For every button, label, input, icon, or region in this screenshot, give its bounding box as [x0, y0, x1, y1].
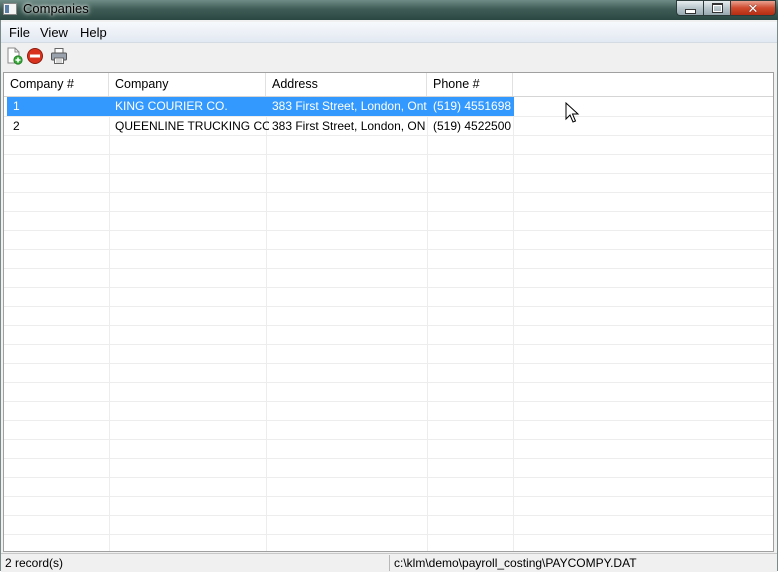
grid-row-line [4, 401, 773, 402]
grid-column-line [427, 97, 428, 551]
grid-column-line [109, 97, 110, 551]
table-row[interactable]: 1 KING COURIER CO. 383 First Street, Lon… [7, 97, 514, 116]
add-icon[interactable] [5, 47, 23, 65]
column-header-company-number[interactable]: Company # [4, 73, 109, 96]
cell-company-number: 1 [13, 99, 20, 113]
window-controls: ✕ [676, 0, 776, 16]
close-icon: ✕ [747, 0, 759, 16]
close-button[interactable]: ✕ [730, 0, 776, 16]
cell-address: 383 First Street, London, Ont [272, 99, 427, 113]
menu-bar: File View Help [1, 22, 777, 43]
cell-phone: (519) 4551698 [433, 99, 512, 113]
grid-row-line [4, 306, 773, 307]
cell-company: QUEENLINE TRUCKING CO. [115, 119, 269, 133]
grid-row-line [4, 496, 773, 497]
minimize-icon [684, 8, 696, 14]
grid-row-line [4, 249, 773, 250]
grid-row-line [4, 325, 773, 326]
mouse-cursor-icon [565, 102, 580, 123]
column-header-phone[interactable]: Phone # [427, 73, 513, 96]
title-bar[interactable]: Companies ✕ [0, 0, 778, 20]
grid-row-line [4, 211, 773, 212]
status-separator [389, 555, 390, 571]
maximize-icon [711, 3, 723, 13]
grid-row-line [4, 192, 773, 193]
table-body: 1 KING COURIER CO. 383 First Street, Lon… [4, 97, 773, 551]
table-row[interactable]: 2 QUEENLINE TRUCKING CO. 383 First Stree… [7, 117, 514, 136]
grid-column-line [266, 97, 267, 551]
minimize-button[interactable] [676, 0, 703, 16]
grid-row-line [4, 344, 773, 345]
menu-file[interactable]: File [9, 25, 30, 40]
companies-table[interactable]: Company # Company Address Phone # 1 KING… [3, 72, 774, 552]
grid-row-line [4, 287, 773, 288]
cell-phone: (519) 4522500 [433, 119, 512, 133]
cell-company: KING COURIER CO. [115, 99, 228, 113]
toolbar [1, 43, 777, 69]
maximize-button[interactable] [703, 0, 730, 16]
grid-row-line [4, 515, 773, 516]
grid-row-line [4, 458, 773, 459]
grid-row-line [4, 363, 773, 364]
cell-address: 383 First Street, London, ON [272, 119, 426, 133]
record-count: 2 record(s) [5, 556, 64, 570]
grid-row-line [4, 173, 773, 174]
grid-row-line [4, 382, 773, 383]
grid-row-line [4, 268, 773, 269]
menu-help[interactable]: Help [80, 25, 107, 40]
column-header-company[interactable]: Company [109, 73, 266, 96]
grid-row-line [4, 154, 773, 155]
file-path: c:\klm\demo\payroll_costing\PAYCOMPY.DAT [394, 556, 637, 570]
grid-row-line [4, 420, 773, 421]
delete-icon[interactable] [26, 47, 44, 65]
status-bar: 2 record(s) c:\klm\demo\payroll_costing\… [1, 553, 777, 572]
column-header-address[interactable]: Address [266, 73, 427, 96]
app-icon[interactable] [3, 3, 17, 15]
window-title: Companies [23, 1, 89, 16]
cell-company-number: 2 [13, 119, 20, 133]
grid-row-line [4, 230, 773, 231]
grid-row-line [4, 534, 773, 535]
grid-column-line [513, 97, 514, 551]
grid-row-line [4, 439, 773, 440]
menu-view[interactable]: View [40, 25, 68, 40]
grid-row-line [4, 477, 773, 478]
table-header: Company # Company Address Phone # [4, 73, 773, 97]
print-icon[interactable] [50, 47, 68, 65]
